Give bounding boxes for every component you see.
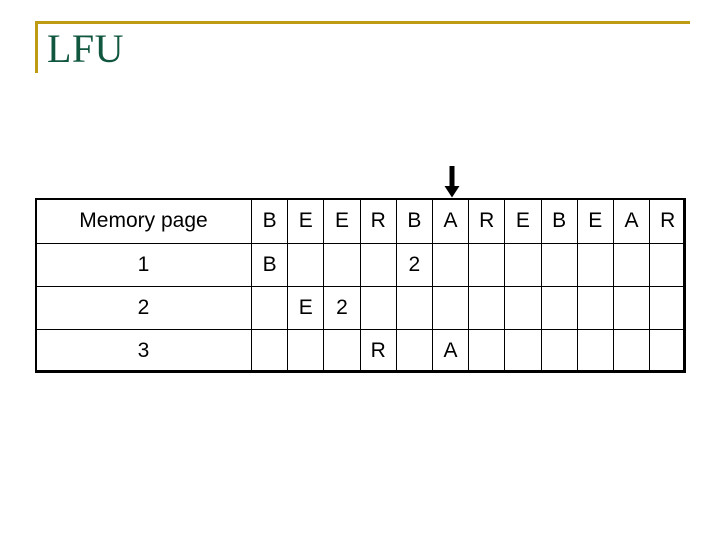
frame-count-cell: 2: [395, 243, 433, 287]
frame-empty-cell: [468, 329, 506, 373]
reference-string-cell: A: [612, 198, 651, 244]
frame-empty-cell: [468, 243, 506, 287]
reference-string-cell: B: [395, 198, 433, 244]
frame-empty-cell: [431, 243, 470, 287]
reference-string-cell: B: [250, 198, 289, 244]
frame-empty-cell: [540, 286, 578, 330]
frame-empty-cell: [468, 286, 506, 330]
frame-empty-cell: [431, 286, 470, 330]
frame-empty-cell: [540, 243, 578, 287]
frame-empty-cell: [504, 329, 542, 373]
frame-empty-cell: [649, 286, 687, 330]
frame-number-label: 3: [35, 329, 252, 373]
frame-page-cell: E: [287, 286, 325, 330]
table-row: 2E2: [35, 286, 687, 330]
frame-empty-cell: [612, 243, 651, 287]
frame-empty-cell: [323, 243, 361, 287]
title-rule-top: [35, 21, 690, 24]
table-row: 1B 2: [35, 243, 687, 287]
frame-empty-cell: [395, 329, 433, 373]
frame-count-cell: 2: [323, 286, 361, 330]
reference-string-cell: B: [540, 198, 578, 244]
frame-empty-cell: [649, 243, 687, 287]
reference-string-cell: E: [287, 198, 325, 244]
frame-empty-cell: [540, 329, 578, 373]
page-title: LFU: [47, 26, 125, 71]
column-header-memory-page: Memory page: [35, 198, 252, 244]
title-rule-left-accent: [35, 21, 38, 73]
table-header-row: Memory page B E E R B A R E B E A R: [35, 198, 687, 244]
reference-string-cell: R: [468, 198, 506, 244]
frame-empty-cell: [612, 286, 651, 330]
frame-empty-cell: [504, 243, 542, 287]
frame-empty-cell: [612, 329, 651, 373]
frame-number-label: 2: [35, 286, 252, 330]
frame-page-cell: A: [431, 329, 470, 373]
frame-empty-cell: [649, 329, 687, 373]
reference-string-cell: E: [576, 198, 614, 244]
frame-empty-cell: [576, 286, 614, 330]
frame-number-label: 1: [35, 243, 252, 287]
reference-string-cell: E: [323, 198, 361, 244]
frame-empty-cell: [323, 329, 361, 373]
frame-page-cell: B: [250, 243, 289, 287]
table-row: 3 RA: [35, 329, 687, 373]
frame-empty-cell: [287, 329, 325, 373]
down-arrow-icon: [444, 166, 460, 198]
reference-string-cell: R: [649, 198, 687, 244]
lfu-reference-table: Memory page B E E R B A R E B E A R 1 B 2 2 E 2 3 R A: [35, 198, 687, 373]
frame-empty-cell: [359, 286, 397, 330]
reference-string-cell: A: [431, 198, 470, 244]
frame-empty-cell: [359, 243, 397, 287]
reference-string-cell: R: [359, 198, 397, 244]
frame-page-cell: R: [359, 329, 397, 373]
reference-string-cell: E: [504, 198, 542, 244]
frame-empty-cell: [576, 243, 614, 287]
frame-empty-cell: [395, 286, 433, 330]
frame-empty-cell: [287, 243, 325, 287]
frame-empty-cell: [250, 286, 289, 330]
frame-empty-cell: [504, 286, 542, 330]
frame-empty-cell: [576, 329, 614, 373]
frame-empty-cell: [250, 329, 289, 373]
